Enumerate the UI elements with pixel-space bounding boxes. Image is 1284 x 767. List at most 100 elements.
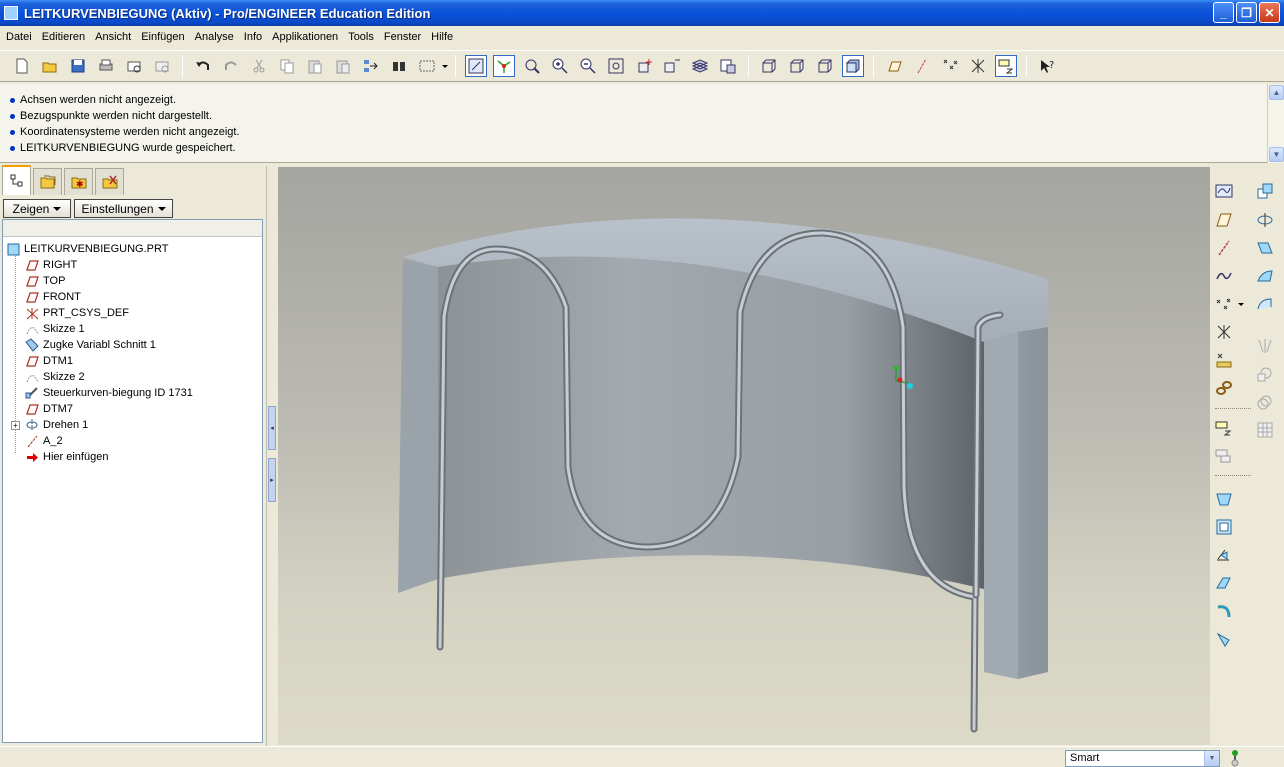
context-help-icon[interactable]: ? [1036,55,1058,77]
offset-disabled-icon[interactable] [1254,363,1276,385]
open-icon[interactable] [39,55,61,77]
select-box-icon[interactable] [416,55,438,77]
tree-item-revolve[interactable]: Drehen 1 [25,417,88,433]
chevron-down-icon[interactable]: ▼ [1204,751,1219,766]
folder-browser-tab[interactable] [33,168,62,195]
menu-applikationen[interactable]: Applikationen [267,27,343,47]
settings-dropdown[interactable]: Einstellungen [74,199,173,218]
print-icon[interactable] [95,55,117,77]
minimize-button[interactable]: _ [1213,2,1234,23]
tree-item-right[interactable]: RIGHT [25,257,77,273]
find-icon[interactable] [388,55,410,77]
sweep-tool-icon[interactable] [1213,544,1235,566]
menu-einfuegen[interactable]: Einfügen [136,27,189,47]
selection-filter-select[interactable]: Smart ▼ [1065,750,1220,767]
maximize-button[interactable]: ❐ [1236,2,1257,23]
zoom-out-icon[interactable] [577,55,599,77]
merge-tool-icon[interactable] [1254,265,1276,287]
no-hidden-icon[interactable] [814,55,836,77]
tree-item-sweep[interactable]: Zugke Variabl Schnitt 1 [25,337,156,353]
message-scrollbar[interactable]: ▲ ▼ [1267,84,1284,163]
datum-axis-tool-icon[interactable] [1213,237,1235,259]
close-button[interactable]: ✕ [1259,2,1280,23]
cut-icon[interactable] [248,55,270,77]
reorient-icon[interactable] [633,55,655,77]
repaint-icon[interactable] [465,55,487,77]
datum-planes-icon[interactable] [883,55,905,77]
analysis-tool-icon[interactable] [1213,349,1235,371]
paste-special-icon[interactable] [332,55,354,77]
view-manager-icon[interactable] [717,55,739,77]
copy-geometry-icon[interactable] [1254,180,1276,202]
redo-icon[interactable] [220,55,242,77]
annotation-icon[interactable] [995,55,1017,77]
orient-mode-icon[interactable] [521,55,543,77]
datum-axes-icon[interactable] [911,55,933,77]
expand-right-icon[interactable]: ▸ [268,458,276,502]
tree-item-csys[interactable]: PRT_CSYS_DEF [25,305,129,321]
model-tree-tab[interactable] [2,165,31,195]
zoom-in-icon[interactable] [549,55,571,77]
save-icon[interactable] [67,55,89,77]
annotation-tool-icon[interactable] [1213,417,1235,439]
menu-analyse[interactable]: Analyse [190,27,239,47]
chamfer-tool-icon[interactable] [1213,628,1235,650]
regenerate-icon[interactable] [360,55,382,77]
refit-icon[interactable] [605,55,627,77]
tree-item-insert-here[interactable]: Hier einfügen [25,449,108,465]
csys-icon[interactable] [967,55,989,77]
saved-views-icon[interactable] [661,55,683,77]
blend-tool-icon[interactable] [1213,572,1235,594]
trim-tool-icon[interactable] [1254,293,1276,315]
tree-item-sketch-2[interactable]: Skizze 2 [25,369,85,385]
favorites-tab[interactable]: ✱ [64,168,93,195]
menu-info[interactable]: Info [239,27,267,47]
extrude-tool-icon[interactable] [1213,488,1235,510]
tree-item-axis[interactable]: A_2 [25,433,63,449]
datum-points-icon[interactable] [939,55,961,77]
chevron-down-icon[interactable] [1236,293,1246,315]
pattern-tool-icon[interactable] [1254,237,1276,259]
tree-item-dtm1[interactable]: DTM1 [25,353,73,369]
menu-hilfe[interactable]: Hilfe [426,27,458,47]
intersect-disabled-icon[interactable] [1254,391,1276,413]
datum-point-tool-icon[interactable] [1213,293,1235,315]
datum-plane-tool-icon[interactable] [1213,209,1235,231]
scroll-up-icon[interactable]: ▲ [1269,85,1284,100]
wireframe-icon[interactable] [758,55,780,77]
menu-ansicht[interactable]: Ansicht [90,27,136,47]
panel-splitter[interactable]: ◂ ▸ [266,166,278,746]
mirror-tool-icon[interactable] [1254,209,1276,231]
tree-item-dtm7[interactable]: DTM7 [25,401,73,417]
email-icon[interactable] [123,55,145,77]
hidden-line-icon[interactable] [786,55,808,77]
menu-editieren[interactable]: Editieren [37,27,90,47]
new-icon[interactable] [11,55,33,77]
graphics-viewport[interactable] [278,167,1210,745]
datum-curve-tool-icon[interactable] [1213,265,1235,287]
mirror-disabled-icon[interactable] [1254,335,1276,357]
tree-root[interactable]: LEITKURVENBIEGUNG.PRT [6,241,168,257]
chevron-down-icon[interactable] [441,55,449,77]
copy-icon[interactable] [276,55,298,77]
revolve-tool-icon[interactable] [1213,516,1235,538]
csys-tool-icon[interactable] [1213,321,1235,343]
tree-item-top[interactable]: TOP [25,273,65,289]
annotation-disabled-icon[interactable] [1213,445,1235,467]
expand-toggle[interactable]: + [11,421,20,430]
chain-tool-icon[interactable] [1213,377,1235,399]
tree-item-sketch-1[interactable]: Skizze 1 [25,321,85,337]
connections-tab[interactable] [95,168,124,195]
menu-tools[interactable]: Tools [343,27,379,47]
scroll-down-icon[interactable]: ▼ [1269,147,1284,162]
spin-center-icon[interactable] [493,55,515,77]
menu-datei[interactable]: Datei [1,27,37,47]
undo-icon[interactable] [192,55,214,77]
tree-item-front[interactable]: FRONT [25,289,81,305]
paste-icon[interactable] [304,55,326,77]
collapse-left-icon[interactable]: ◂ [268,406,276,450]
tree-item-bend[interactable]: Steuerkurven-biegung ID 1731 [25,385,193,401]
layers-icon[interactable] [689,55,711,77]
grid-disabled-icon[interactable] [1254,419,1276,441]
round-tool-icon[interactable] [1213,600,1235,622]
